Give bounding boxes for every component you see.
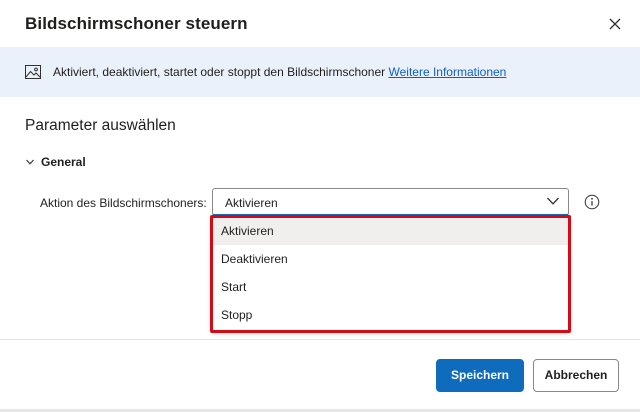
option-deaktivieren[interactable]: Deaktivieren [212, 245, 569, 273]
info-icon[interactable] [584, 194, 600, 210]
section-title: Parameter auswählen [25, 117, 176, 134]
dropdown-list: Aktivieren Deaktivieren Start Stopp [212, 217, 569, 331]
group-toggle-general[interactable]: General [25, 154, 86, 170]
more-info-link[interactable]: Weitere Informationen [389, 65, 507, 79]
info-banner: Aktiviert, deaktiviert, startet oder sto… [0, 47, 640, 97]
info-text: Aktiviert, deaktiviert, startet oder sto… [53, 65, 506, 79]
cancel-button[interactable]: Abbrechen [533, 359, 619, 392]
dialog: Bildschirmschoner steuern Aktiviert, dea… [0, 0, 640, 412]
field-label: Aktion des Bildschirmschoners: [40, 196, 207, 210]
dialog-title: Bildschirmschoner steuern [25, 14, 248, 33]
image-icon [25, 65, 41, 79]
option-aktivieren[interactable]: Aktivieren [212, 217, 569, 245]
group-label: General [41, 155, 86, 169]
footer-divider [0, 339, 640, 340]
option-stopp[interactable]: Stopp [212, 301, 569, 329]
close-icon [609, 18, 621, 30]
chevron-down-icon [547, 197, 559, 205]
info-description: Aktiviert, deaktiviert, startet oder sto… [53, 65, 386, 79]
option-start[interactable]: Start [212, 273, 569, 301]
save-button[interactable]: Speichern [436, 359, 524, 392]
select-value: Aktivieren [225, 196, 278, 210]
close-button[interactable] [603, 12, 627, 36]
action-select[interactable]: Aktivieren [212, 188, 569, 216]
chevron-down-icon [26, 159, 34, 165]
